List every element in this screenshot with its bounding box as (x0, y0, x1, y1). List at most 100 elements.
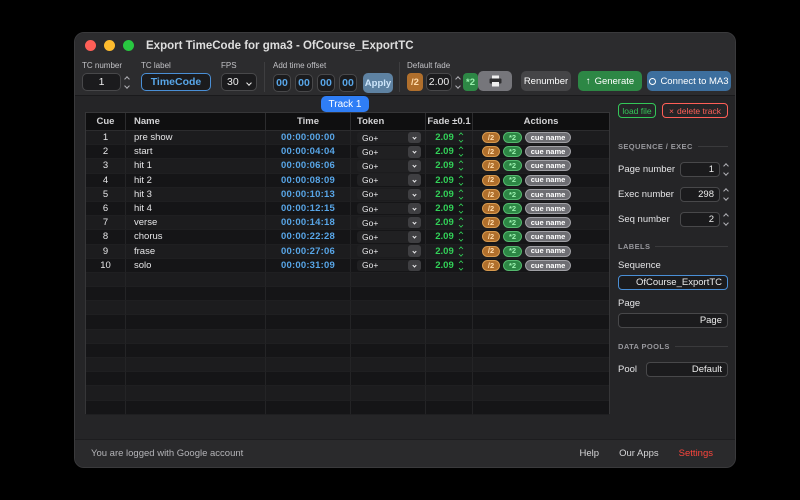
fps-select[interactable]: 30 (221, 73, 257, 91)
time-value[interactable]: 00:00:00:00 (281, 132, 335, 143)
row-fade-double-button[interactable]: *2 (503, 132, 522, 144)
fade-stepper[interactable] (458, 231, 464, 242)
cue-name-cell[interactable]: pre show (126, 131, 266, 146)
row-fade-half-button[interactable]: /2 (482, 217, 500, 229)
time-value[interactable]: 00:00:06:06 (281, 160, 335, 171)
cue-name-cell[interactable]: frase (126, 244, 266, 259)
fade-double-button[interactable]: *2 (463, 73, 478, 91)
token-select[interactable]: Go+ (357, 231, 421, 243)
token-select[interactable]: Go+ (357, 160, 421, 172)
time-value[interactable]: 00:00:04:04 (281, 146, 335, 157)
token-select[interactable]: Go+ (357, 216, 421, 229)
row-cue-name-button[interactable]: cue name (525, 160, 571, 172)
fade-stepper[interactable] (458, 189, 464, 200)
renumber-button[interactable]: Renumber (521, 71, 571, 91)
tab-track-1[interactable]: Track 1 (321, 96, 369, 112)
cue-name-cell[interactable]: hit 1 (126, 159, 266, 174)
exec-number-stepper[interactable] (723, 187, 729, 201)
time-value[interactable]: 00:00:22:28 (281, 231, 335, 242)
apply-offset-button[interactable]: Apply (363, 73, 393, 93)
sequence-name-input[interactable]: OfCourse_ExportTC (618, 275, 728, 290)
token-select[interactable]: Go+ (357, 259, 421, 272)
our-apps-link[interactable]: Our Apps (619, 448, 659, 459)
row-fade-half-button[interactable]: /2 (482, 188, 500, 200)
fade-stepper[interactable] (458, 160, 464, 172)
time-value[interactable]: 00:00:31:09 (281, 260, 335, 271)
row-fade-double-button[interactable]: *2 (503, 174, 522, 186)
fade-half-button[interactable]: /2 (407, 73, 423, 91)
cue-name-cell[interactable]: solo (126, 258, 266, 273)
page-name-input[interactable]: Page (618, 313, 728, 328)
delete-track-button[interactable]: × delete track (662, 103, 728, 118)
offset-minutes-input[interactable]: 00 (295, 74, 313, 92)
time-value[interactable]: 00:00:12:15 (281, 203, 335, 214)
print-button[interactable] (478, 71, 512, 91)
row-cue-name-button[interactable]: cue name (525, 245, 571, 257)
fade-stepper[interactable] (458, 246, 464, 257)
row-fade-half-button[interactable]: /2 (482, 146, 500, 158)
row-fade-double-button[interactable]: *2 (503, 217, 522, 229)
row-fade-half-button[interactable]: /2 (482, 203, 500, 215)
row-fade-half-button[interactable]: /2 (482, 132, 500, 144)
row-fade-double-button[interactable]: *2 (503, 259, 522, 271)
row-fade-half-button[interactable]: /2 (482, 245, 500, 257)
row-cue-name-button[interactable]: cue name (525, 132, 571, 144)
close-button[interactable] (85, 40, 96, 51)
page-number-stepper[interactable] (723, 162, 729, 176)
token-select[interactable]: Go+ (357, 131, 421, 144)
row-cue-name-button[interactable]: cue name (525, 259, 571, 271)
time-value[interactable]: 00:00:14:18 (281, 217, 335, 228)
default-fade-stepper[interactable] (455, 75, 461, 89)
row-cue-name-button[interactable]: cue name (525, 231, 571, 243)
row-fade-half-button[interactable]: /2 (482, 231, 500, 243)
token-select[interactable]: Go+ (357, 202, 421, 215)
cue-name-cell[interactable]: verse (126, 216, 266, 231)
row-fade-double-button[interactable]: *2 (503, 188, 522, 200)
row-fade-half-button[interactable]: /2 (482, 259, 500, 271)
token-select[interactable]: Go+ (357, 245, 421, 257)
token-select[interactable]: Go+ (357, 146, 421, 158)
seq-number-stepper[interactable] (723, 212, 729, 226)
row-fade-double-button[interactable]: *2 (503, 203, 522, 215)
time-value[interactable]: 00:00:08:09 (281, 175, 335, 186)
tc-number-stepper[interactable] (124, 75, 130, 89)
minimize-button[interactable] (104, 40, 115, 51)
row-fade-half-button[interactable]: /2 (482, 174, 500, 186)
seq-number-input[interactable]: 2 (680, 211, 720, 227)
cue-name-cell[interactable]: hit 2 (126, 173, 266, 188)
cue-name-cell[interactable]: hit 4 (126, 201, 266, 217)
row-fade-double-button[interactable]: *2 (503, 160, 522, 172)
fade-stepper[interactable] (458, 260, 464, 271)
tc-label-input[interactable]: TimeCode (141, 73, 211, 91)
cue-name-cell[interactable]: chorus (126, 230, 266, 245)
token-select[interactable]: Go+ (357, 188, 421, 201)
cue-name-cell[interactable]: hit 3 (126, 187, 266, 202)
time-value[interactable]: 00:00:27:06 (281, 246, 335, 257)
offset-seconds-input[interactable]: 00 (317, 74, 335, 92)
row-fade-half-button[interactable]: /2 (482, 160, 500, 172)
fade-stepper[interactable] (458, 132, 464, 143)
zoom-button[interactable] (123, 40, 134, 51)
row-fade-double-button[interactable]: *2 (503, 231, 522, 243)
exec-number-input[interactable]: 298 (680, 186, 720, 202)
help-link[interactable]: Help (580, 448, 600, 459)
row-fade-double-button[interactable]: *2 (503, 146, 522, 158)
row-cue-name-button[interactable]: cue name (525, 174, 571, 186)
cue-name-cell[interactable]: start (126, 145, 266, 160)
generate-button[interactable]: ↑ Generate (578, 71, 642, 91)
fade-stepper[interactable] (458, 217, 464, 228)
tc-number-input[interactable]: 1 (82, 73, 121, 91)
connect-ma3-button[interactable]: Connect to MA3 (647, 71, 731, 91)
settings-link[interactable]: Settings (679, 448, 713, 459)
fade-stepper[interactable] (458, 175, 464, 186)
token-select[interactable]: Go+ (357, 174, 421, 186)
row-fade-double-button[interactable]: *2 (503, 245, 522, 257)
load-file-button[interactable]: load file (618, 103, 656, 118)
row-cue-name-button[interactable]: cue name (525, 146, 571, 158)
page-number-input[interactable]: 1 (680, 161, 720, 177)
row-cue-name-button[interactable]: cue name (525, 203, 571, 215)
offset-hours-input[interactable]: 00 (273, 74, 291, 92)
row-cue-name-button[interactable]: cue name (525, 217, 571, 229)
offset-frames-input[interactable]: 00 (339, 74, 357, 92)
fade-stepper[interactable] (458, 146, 464, 157)
